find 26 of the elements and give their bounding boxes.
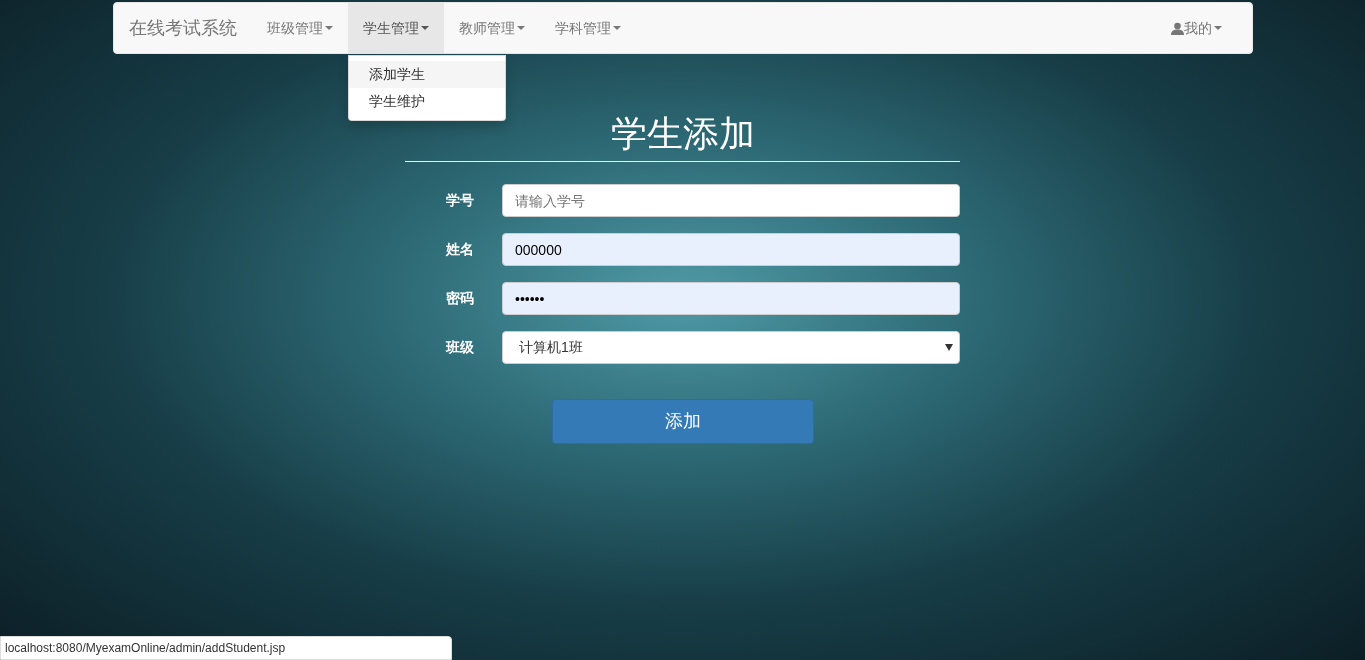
caret-icon [420, 26, 429, 30]
status-url: localhost:8080/MyexamOnline/admin/addStudent.jsp [0, 636, 452, 660]
menu-item[interactable]: 学生维护 [348, 88, 505, 115]
submit-button[interactable]: 添加 [551, 399, 814, 445]
caret-icon [324, 26, 333, 30]
nav-dropdown[interactable]: 学生管理 [347, 3, 444, 53]
field-label: 姓名 [445, 240, 475, 260]
field-label: 班级 [444, 338, 475, 358]
nav-dropdown[interactable]: 班级管理 [251, 3, 348, 53]
caret-icon [612, 26, 621, 30]
form-title: 学生添加 [405, 112, 960, 163]
input-field[interactable]: 请输入学号 [502, 184, 960, 218]
menu-item[interactable]: 添加学生 [348, 61, 505, 88]
dropdown-arrow-icon [945, 344, 953, 352]
user-icon [1170, 21, 1184, 35]
brand-title[interactable]: 在线考试系统 [128, 3, 252, 53]
class-select[interactable]: 计算机1班 [502, 331, 960, 365]
field-label: 密码 [445, 289, 475, 309]
caret-icon [1213, 26, 1222, 30]
nav-dropdown[interactable]: 学科管理 [539, 3, 636, 53]
caret-icon [516, 26, 525, 30]
field-label: 学号 [445, 191, 475, 211]
user-menu[interactable]: 我的 [1155, 3, 1237, 53]
input-field[interactable]: 000000 [502, 233, 960, 267]
nav-dropdown[interactable]: 教师管理 [443, 3, 540, 53]
input-field[interactable]: •••••• [502, 282, 960, 316]
